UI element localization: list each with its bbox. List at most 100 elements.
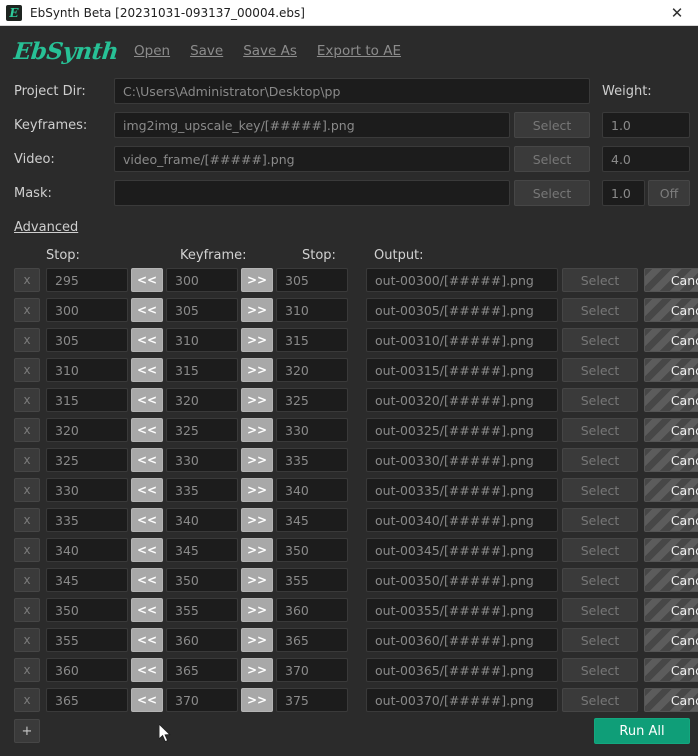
output-path-input[interactable]: out-00345/[#####].png — [366, 538, 558, 562]
output-path-input[interactable]: out-00320/[#####].png — [366, 388, 558, 412]
row-select-button[interactable]: Select — [562, 508, 638, 532]
keyframe-input[interactable]: 355 — [166, 598, 238, 622]
prev-keyframe-button[interactable]: << — [131, 328, 163, 352]
keyframe-input[interactable]: 360 — [166, 628, 238, 652]
row-select-button[interactable]: Select — [562, 568, 638, 592]
row-select-button[interactable]: Select — [562, 268, 638, 292]
row-cancel-button[interactable]: Cancel — [644, 628, 698, 652]
remove-row-button[interactable]: x — [14, 448, 40, 472]
next-keyframe-button[interactable]: >> — [241, 418, 273, 442]
row-select-button[interactable]: Select — [562, 688, 638, 712]
next-keyframe-button[interactable]: >> — [241, 538, 273, 562]
stop-before-input[interactable]: 365 — [46, 688, 128, 712]
output-path-input[interactable]: out-00305/[#####].png — [366, 298, 558, 322]
output-path-input[interactable]: out-00300/[#####].png — [366, 268, 558, 292]
stop-after-input[interactable]: 350 — [276, 538, 348, 562]
prev-keyframe-button[interactable]: << — [131, 298, 163, 322]
stop-after-input[interactable]: 310 — [276, 298, 348, 322]
row-cancel-button[interactable]: Cancel — [644, 268, 698, 292]
keyframe-input[interactable]: 300 — [166, 268, 238, 292]
prev-keyframe-button[interactable]: << — [131, 448, 163, 472]
keyframe-input[interactable]: 370 — [166, 688, 238, 712]
row-select-button[interactable]: Select — [562, 478, 638, 502]
row-cancel-button[interactable]: Cancel — [644, 328, 698, 352]
output-path-input[interactable]: out-00310/[#####].png — [366, 328, 558, 352]
row-cancel-button[interactable]: Cancel — [644, 508, 698, 532]
remove-row-button[interactable]: x — [14, 328, 40, 352]
remove-row-button[interactable]: x — [14, 418, 40, 442]
next-keyframe-button[interactable]: >> — [241, 478, 273, 502]
row-select-button[interactable]: Select — [562, 538, 638, 562]
output-path-input[interactable]: out-00330/[#####].png — [366, 448, 558, 472]
advanced-link[interactable]: Advanced — [14, 220, 78, 235]
remove-row-button[interactable]: x — [14, 538, 40, 562]
remove-row-button[interactable]: x — [14, 268, 40, 292]
row-cancel-button[interactable]: Cancel — [644, 388, 698, 412]
run-all-button[interactable]: Run All — [594, 718, 690, 744]
prev-keyframe-button[interactable]: << — [131, 598, 163, 622]
output-path-input[interactable]: out-00370/[#####].png — [366, 688, 558, 712]
stop-after-input[interactable]: 340 — [276, 478, 348, 502]
keyframes-select-button[interactable]: Select — [514, 112, 590, 138]
keyframe-input[interactable]: 330 — [166, 448, 238, 472]
mask-select-button[interactable]: Select — [514, 180, 590, 206]
stop-after-input[interactable]: 370 — [276, 658, 348, 682]
stop-after-input[interactable]: 330 — [276, 418, 348, 442]
output-path-input[interactable]: out-00315/[#####].png — [366, 358, 558, 382]
stop-before-input[interactable]: 335 — [46, 508, 128, 532]
output-path-input[interactable]: out-00365/[#####].png — [366, 658, 558, 682]
prev-keyframe-button[interactable]: << — [131, 538, 163, 562]
stop-after-input[interactable]: 335 — [276, 448, 348, 472]
keyframe-input[interactable]: 325 — [166, 418, 238, 442]
next-keyframe-button[interactable]: >> — [241, 358, 273, 382]
row-cancel-button[interactable]: Cancel — [644, 448, 698, 472]
project-dir-input[interactable]: C:\Users\Administrator\Desktop\pp — [114, 78, 590, 104]
keyframe-input[interactable]: 340 — [166, 508, 238, 532]
row-select-button[interactable]: Select — [562, 388, 638, 412]
next-keyframe-button[interactable]: >> — [241, 508, 273, 532]
stop-before-input[interactable]: 355 — [46, 628, 128, 652]
row-select-button[interactable]: Select — [562, 358, 638, 382]
prev-keyframe-button[interactable]: << — [131, 478, 163, 502]
keyframes-input[interactable]: img2img_upscale_key/[#####].png — [114, 112, 510, 138]
stop-before-input[interactable]: 360 — [46, 658, 128, 682]
menu-item-open[interactable]: Open — [134, 43, 170, 59]
next-keyframe-button[interactable]: >> — [241, 298, 273, 322]
prev-keyframe-button[interactable]: << — [131, 568, 163, 592]
close-icon[interactable]: ✕ — [656, 0, 698, 26]
row-select-button[interactable]: Select — [562, 628, 638, 652]
remove-row-button[interactable]: x — [14, 688, 40, 712]
row-cancel-button[interactable]: Cancel — [644, 478, 698, 502]
prev-keyframe-button[interactable]: << — [131, 688, 163, 712]
row-cancel-button[interactable]: Cancel — [644, 298, 698, 322]
next-keyframe-button[interactable]: >> — [241, 328, 273, 352]
keyframe-input[interactable]: 315 — [166, 358, 238, 382]
stop-before-input[interactable]: 310 — [46, 358, 128, 382]
stop-after-input[interactable]: 320 — [276, 358, 348, 382]
next-keyframe-button[interactable]: >> — [241, 688, 273, 712]
stop-after-input[interactable]: 360 — [276, 598, 348, 622]
stop-after-input[interactable]: 325 — [276, 388, 348, 412]
output-path-input[interactable]: out-00360/[#####].png — [366, 628, 558, 652]
remove-row-button[interactable]: x — [14, 478, 40, 502]
remove-row-button[interactable]: x — [14, 568, 40, 592]
keyframe-input[interactable]: 365 — [166, 658, 238, 682]
prev-keyframe-button[interactable]: << — [131, 268, 163, 292]
row-select-button[interactable]: Select — [562, 598, 638, 622]
stop-before-input[interactable]: 295 — [46, 268, 128, 292]
stop-before-input[interactable]: 300 — [46, 298, 128, 322]
next-keyframe-button[interactable]: >> — [241, 658, 273, 682]
stop-before-input[interactable]: 315 — [46, 388, 128, 412]
stop-before-input[interactable]: 305 — [46, 328, 128, 352]
remove-row-button[interactable]: x — [14, 358, 40, 382]
output-path-input[interactable]: out-00355/[#####].png — [366, 598, 558, 622]
output-path-input[interactable]: out-00340/[#####].png — [366, 508, 558, 532]
row-select-button[interactable]: Select — [562, 658, 638, 682]
video-select-button[interactable]: Select — [514, 146, 590, 172]
stop-after-input[interactable]: 345 — [276, 508, 348, 532]
keyframe-input[interactable]: 350 — [166, 568, 238, 592]
stop-after-input[interactable]: 355 — [276, 568, 348, 592]
mask-off-toggle[interactable]: Off — [648, 180, 690, 206]
row-select-button[interactable]: Select — [562, 328, 638, 352]
next-keyframe-button[interactable]: >> — [241, 628, 273, 652]
